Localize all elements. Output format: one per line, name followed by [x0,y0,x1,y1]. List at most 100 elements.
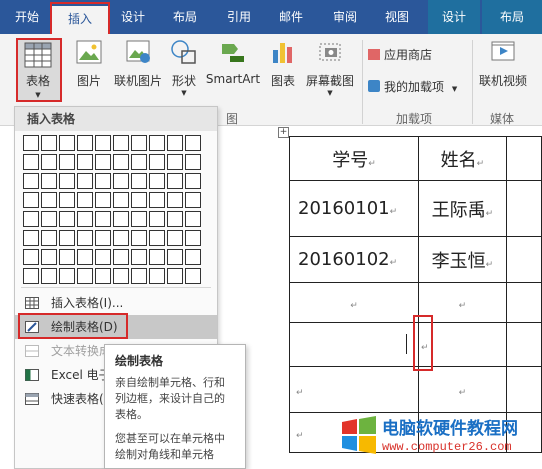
grid-cell[interactable] [167,173,183,189]
grid-cell[interactable] [113,135,129,151]
grid-cell[interactable] [77,230,93,246]
grid-cell[interactable] [77,192,93,208]
table-cell[interactable]: 20160102↵ [289,236,419,283]
grid-cell[interactable] [59,173,75,189]
grid-cell[interactable] [167,211,183,227]
shapes-button[interactable]: 形状 ▼ [168,40,200,97]
grid-cell[interactable] [113,211,129,227]
grid-cell[interactable] [59,230,75,246]
grid-cell[interactable] [59,249,75,265]
grid-cell[interactable] [113,154,129,170]
grid-cell[interactable] [59,135,75,151]
grid-cell[interactable] [149,173,165,189]
grid-cell[interactable] [131,154,147,170]
table-cell[interactable] [289,322,419,367]
grid-cell[interactable] [95,154,111,170]
grid-cell[interactable] [113,230,129,246]
grid-cell[interactable] [59,268,75,284]
grid-cell[interactable] [41,211,57,227]
tab-table-layout[interactable]: 布局 [482,0,542,34]
grid-cell[interactable] [185,135,201,151]
grid-cell[interactable] [77,211,93,227]
grid-cell[interactable] [185,192,201,208]
online-video-button[interactable]: 联机视频 [476,40,530,89]
grid-cell[interactable] [77,173,93,189]
grid-cell[interactable] [113,268,129,284]
grid-cell[interactable] [41,135,57,151]
table-cell[interactable] [505,366,542,413]
grid-cell[interactable] [167,249,183,265]
table-cell[interactable]: ↵ [289,366,419,413]
grid-cell[interactable] [131,173,147,189]
grid-cell[interactable] [95,230,111,246]
tab-table-design[interactable]: 设计 [428,0,480,34]
grid-cell[interactable] [23,192,39,208]
grid-cell[interactable] [41,173,57,189]
draw-table-item[interactable]: 绘制表格(D) [15,315,217,339]
grid-cell[interactable] [95,268,111,284]
grid-cell[interactable] [185,230,201,246]
grid-cell[interactable] [41,268,57,284]
table-cell[interactable]: ↵ [417,366,507,413]
table-move-handle[interactable]: + [278,127,289,138]
table-cell[interactable]: 李玉恒↵ [417,236,507,283]
table-cell[interactable]: 姓名↵ [417,136,507,181]
grid-cell[interactable] [77,154,93,170]
table-cell[interactable] [505,236,542,283]
grid-cell[interactable] [149,211,165,227]
table-cell[interactable]: ↵ [289,282,419,323]
grid-cell[interactable] [185,268,201,284]
online-picture-button[interactable]: 联机图片 [110,40,166,89]
grid-cell[interactable] [167,135,183,151]
tab-mailings[interactable]: 邮件 [268,0,314,34]
grid-cell[interactable] [185,211,201,227]
grid-cell[interactable] [23,173,39,189]
grid-cell[interactable] [131,211,147,227]
grid-cell[interactable] [167,268,183,284]
grid-cell[interactable] [59,154,75,170]
table-cell[interactable] [505,282,542,323]
grid-cell[interactable] [59,211,75,227]
grid-cell[interactable] [131,135,147,151]
grid-cell[interactable] [77,135,93,151]
grid-cell[interactable] [113,173,129,189]
grid-cell[interactable] [149,135,165,151]
grid-cell[interactable] [149,249,165,265]
grid-cell[interactable] [23,230,39,246]
grid-cell[interactable] [185,249,201,265]
tab-review[interactable]: 审阅 [322,0,368,34]
grid-cell[interactable] [95,249,111,265]
grid-cell[interactable] [41,249,57,265]
grid-cell[interactable] [41,192,57,208]
app-store-button[interactable]: 应用商店 [368,46,458,63]
grid-cell[interactable] [41,230,57,246]
grid-cell[interactable] [59,192,75,208]
grid-cell[interactable] [149,192,165,208]
grid-cell[interactable] [77,249,93,265]
grid-cell[interactable] [23,268,39,284]
grid-cell[interactable] [95,211,111,227]
grid-cell[interactable] [23,249,39,265]
grid-cell[interactable] [149,230,165,246]
table-cell[interactable]: ↵ [417,282,507,323]
table-size-grid[interactable] [23,135,201,284]
grid-cell[interactable] [113,192,129,208]
grid-cell[interactable] [185,154,201,170]
grid-cell[interactable] [95,173,111,189]
grid-cell[interactable] [167,154,183,170]
tab-view[interactable]: 视图 [374,0,420,34]
grid-cell[interactable] [41,154,57,170]
grid-cell[interactable] [23,135,39,151]
picture-button[interactable]: 图片 [72,40,106,89]
grid-cell[interactable] [113,249,129,265]
grid-cell[interactable] [149,268,165,284]
grid-cell[interactable] [185,173,201,189]
grid-cell[interactable] [131,268,147,284]
grid-cell[interactable] [23,211,39,227]
screenshot-button[interactable]: 屏幕截图 ▼ [302,40,358,97]
table-cell[interactable] [505,136,542,181]
grid-cell[interactable] [131,192,147,208]
document-table[interactable]: 学号↵ 姓名↵ 20160101↵ 王际禹↵ 20160102↵ 李玉恒↵ ↵ … [289,136,542,453]
tab-home[interactable]: 开始 [4,0,50,34]
grid-cell[interactable] [95,192,111,208]
